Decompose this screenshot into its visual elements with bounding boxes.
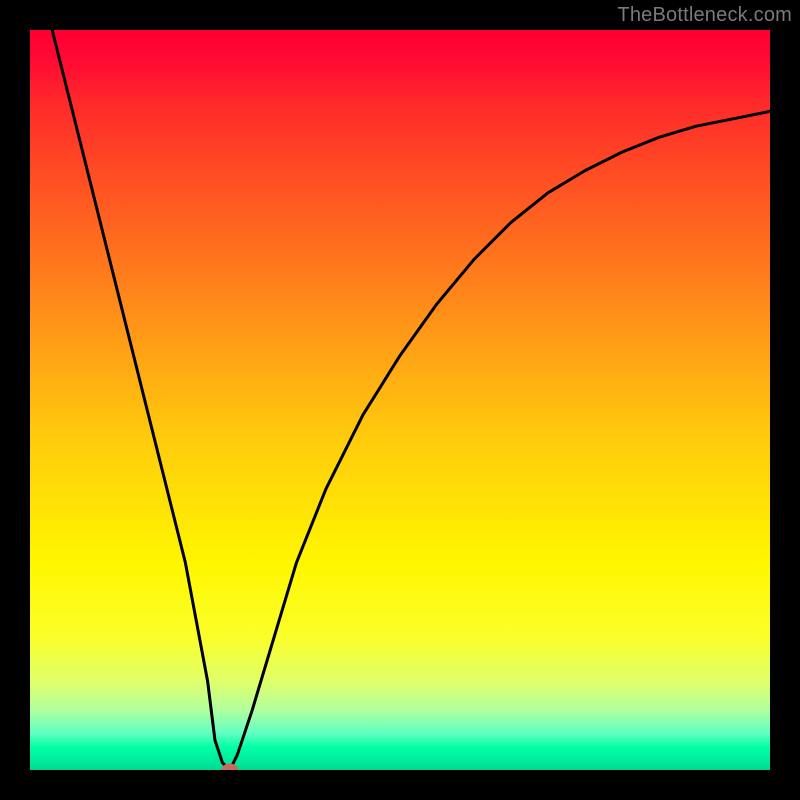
watermark-text: TheBottleneck.com [617, 4, 792, 27]
plot-area [30, 30, 770, 770]
chart-frame: TheBottleneck.com [0, 0, 800, 800]
curve-layer [30, 30, 770, 770]
bottleneck-curve [52, 30, 770, 770]
